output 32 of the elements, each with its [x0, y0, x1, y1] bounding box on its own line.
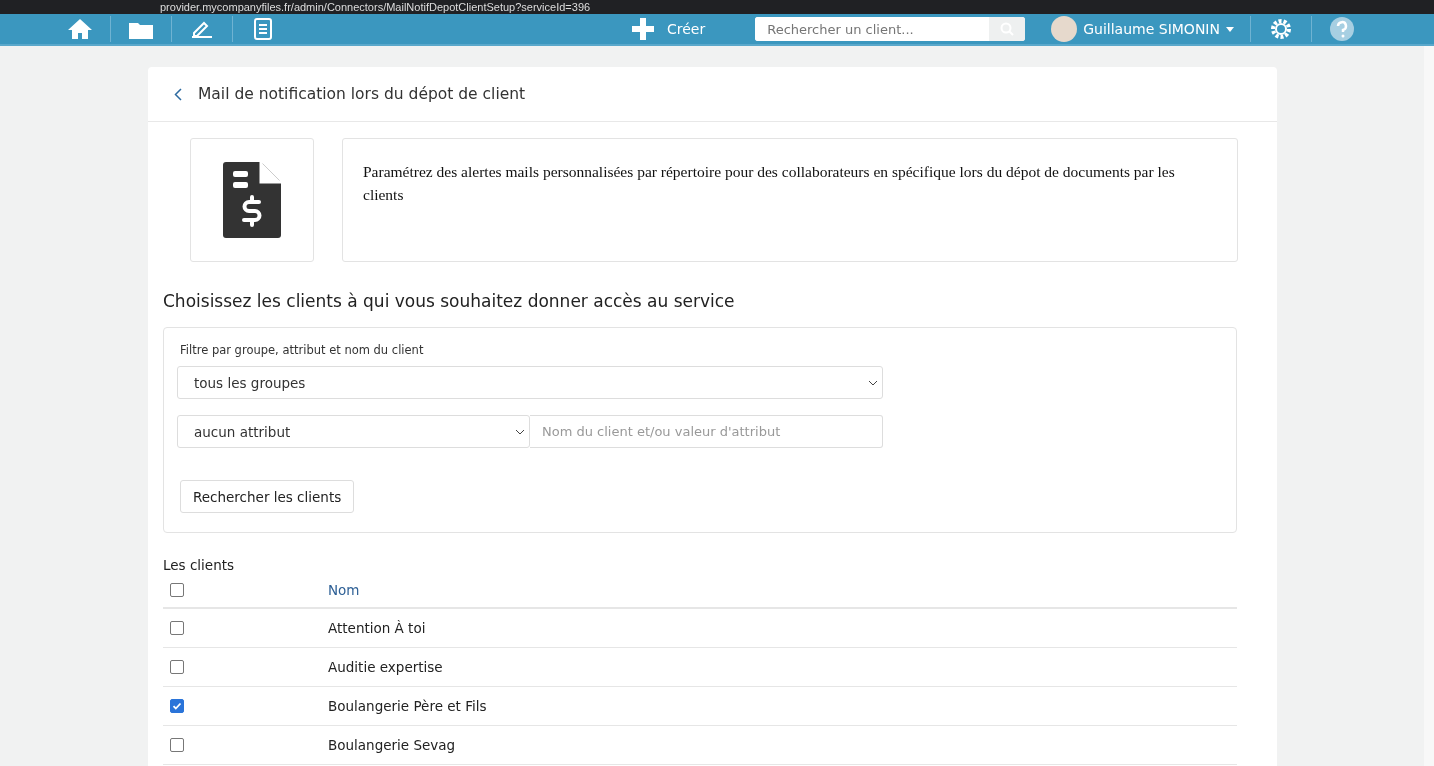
search-field[interactable]: Rechercher un client... [755, 17, 1026, 41]
search-button[interactable] [989, 17, 1026, 41]
checkbox[interactable] [170, 738, 184, 752]
client-name-cell: Auditie expertise [328, 659, 443, 675]
group-select[interactable]: tous les groupes [177, 366, 883, 399]
caret-icon [1225, 26, 1234, 32]
checkbox[interactable] [170, 660, 184, 674]
checkmark-icon [172, 701, 182, 711]
attribute-select[interactable]: aucun attribut [177, 415, 530, 448]
checkbox[interactable] [170, 621, 184, 635]
checkbox[interactable] [170, 699, 184, 713]
column-header[interactable]: Nom [328, 582, 360, 598]
search-clients-button[interactable]: Rechercher les clients [180, 480, 355, 513]
checkbox[interactable] [170, 583, 184, 597]
chevron-down-icon [515, 428, 525, 435]
section-heading: Choisissez les clients à qui vous souhaitez donner accès au service [163, 291, 736, 311]
plus-icon [631, 17, 655, 41]
back-chevron-icon[interactable] [174, 87, 182, 101]
service-description: Paramétrez des alertes mails personnalisées par répertoire pour des collaborateurs en spécifique lors du dépot de documents par les clients [342, 138, 1238, 262]
clients-title: Les clients [163, 557, 236, 573]
page-title: Mail de notification lors du dépot de client [198, 85, 526, 103]
help-icon[interactable] [1327, 17, 1356, 41]
url-text[interactable]: provider.mycompanyfiles.fr/admin/Connectors/MailNotifDepotClientSetup?serviceId=396 [160, 0, 591, 14]
chevron-down-icon [868, 379, 878, 386]
filter-label: Filtre par groupe, attribut et nom du client [180, 343, 425, 357]
client-name-cell: Boulangerie Sevag [328, 737, 456, 753]
home-icon[interactable] [66, 17, 94, 41]
client-name-cell: Boulangerie Père et Fils [328, 698, 487, 714]
name-input-field[interactable]: Nom du client et/ou valeur d'attribut [530, 415, 883, 448]
invoice-document-icon [223, 162, 281, 238]
client-name-cell: Attention À toi [328, 620, 426, 636]
avatar-icon [1051, 16, 1078, 42]
